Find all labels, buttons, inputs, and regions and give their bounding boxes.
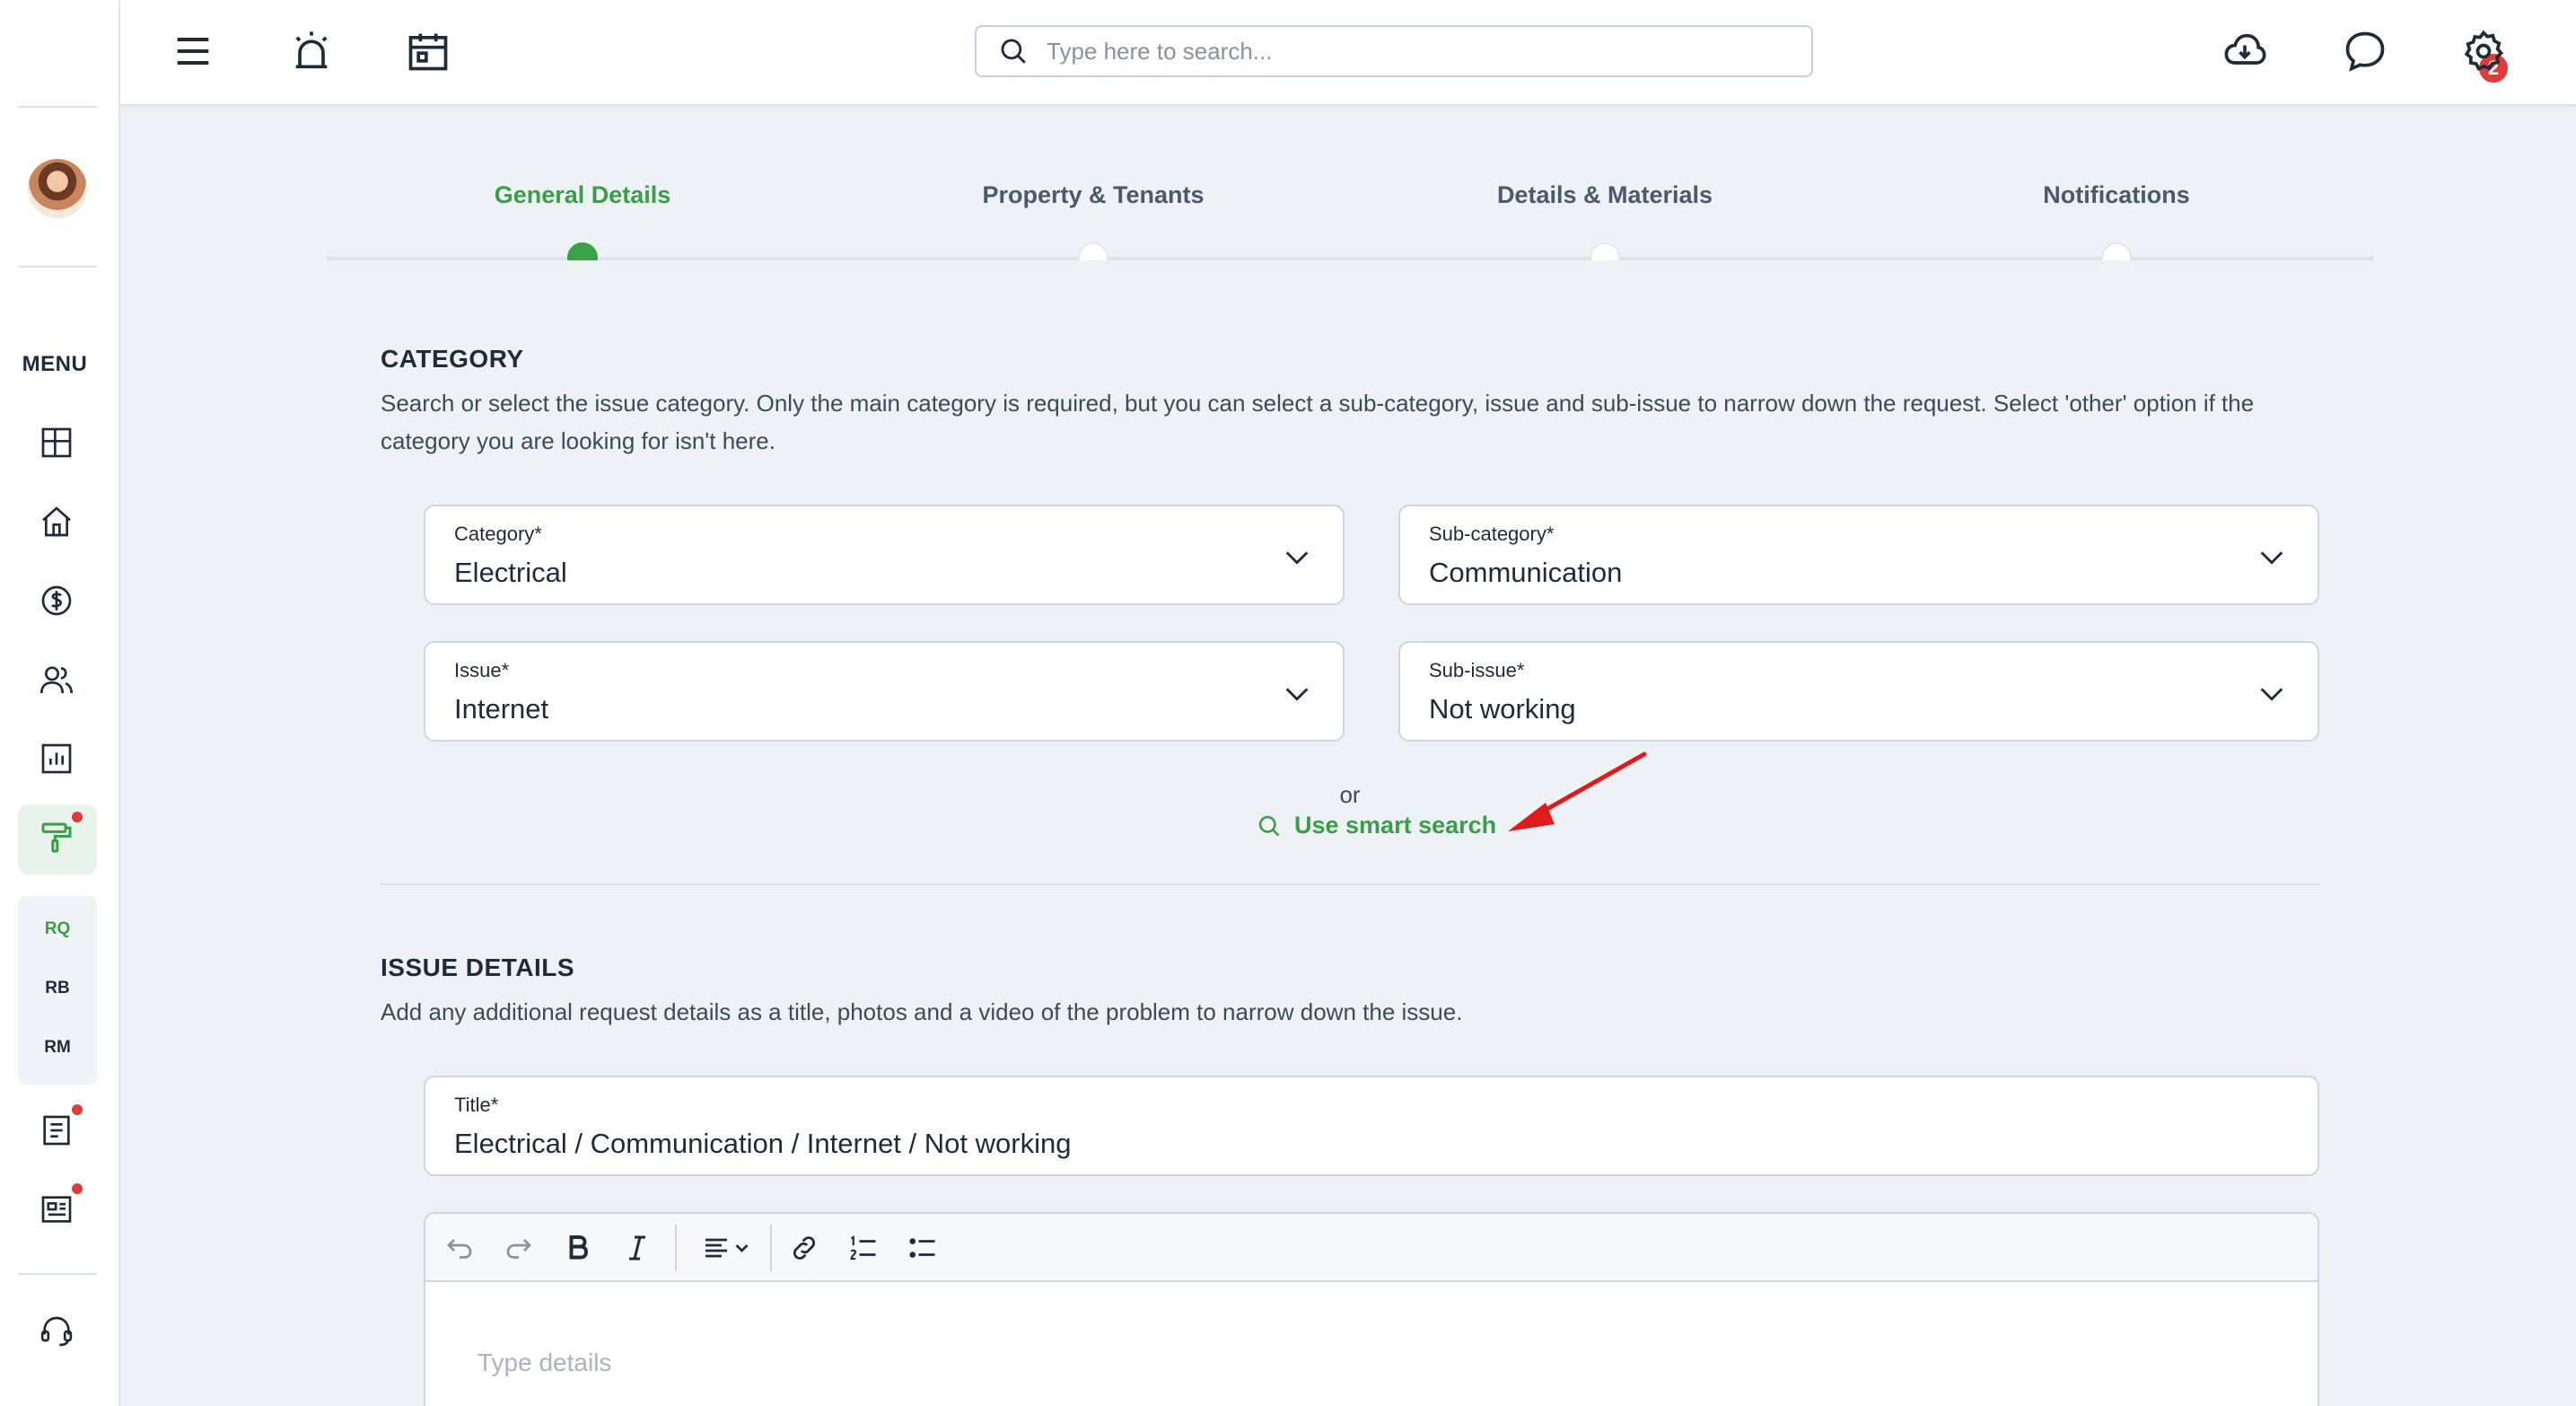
support-headset-icon[interactable] <box>36 1311 77 1352</box>
settings-gear-icon[interactable] <box>2456 23 2511 79</box>
alarm-siren-icon[interactable] <box>284 23 339 79</box>
editor-placeholder: Type details <box>478 1349 612 1376</box>
step-details-materials[interactable]: Details & Materials <box>1425 181 1784 209</box>
field-label: Issue* <box>454 659 510 681</box>
document-icon[interactable] <box>36 1110 77 1151</box>
toolbar-separator <box>675 1225 677 1271</box>
step-general-details[interactable]: General Details <box>403 181 762 209</box>
notification-dot <box>72 812 83 822</box>
bold-icon[interactable] <box>560 1230 596 1266</box>
dollar-icon[interactable] <box>36 580 77 621</box>
annotation-arrow-icon <box>1508 751 1647 831</box>
chevron-down-icon <box>1285 551 1309 565</box>
sub-category-select[interactable]: Sub-category* Communication <box>1398 505 2319 605</box>
home-icon[interactable] <box>36 501 77 542</box>
issue-select[interactable]: Issue* Internet <box>424 641 1345 742</box>
align-dropdown-icon[interactable] <box>693 1230 761 1266</box>
issue-details-section-title: ISSUE DETAILS <box>381 953 575 981</box>
paint-roller-icon[interactable] <box>36 817 77 858</box>
people-icon[interactable] <box>36 659 77 700</box>
field-value: Not working <box>1429 693 1576 725</box>
calendar-icon[interactable] <box>400 23 456 79</box>
editor-toolbar <box>425 1214 2318 1282</box>
rich-text-editor[interactable]: Type details <box>424 1212 2319 1406</box>
chevron-down-icon <box>2260 551 2283 565</box>
toolbar-separator <box>770 1225 772 1271</box>
field-value: Electrical <box>454 557 567 588</box>
search-icon <box>1258 815 1280 836</box>
smart-search-label: Use smart search <box>1294 812 1497 839</box>
section-divider <box>381 883 2319 885</box>
field-label: Sub-category* <box>1429 523 1555 545</box>
sidebar-divider <box>18 266 97 268</box>
newspaper-icon[interactable] <box>36 1189 77 1230</box>
field-label: Sub-issue* <box>1429 659 1525 681</box>
link-icon[interactable] <box>786 1230 822 1266</box>
step-notifications[interactable]: Notifications <box>1937 181 2296 209</box>
sub-item-rq[interactable]: RQ <box>18 919 97 939</box>
bullet-list-icon[interactable] <box>905 1230 941 1266</box>
hamburger-menu-icon[interactable] <box>165 23 221 79</box>
sub-item-rm[interactable]: RM <box>18 1038 97 1058</box>
category-description: Search or select the issue category. Onl… <box>381 390 2255 454</box>
sub-menu: RQ RB RM <box>18 896 97 1085</box>
search-box[interactable] <box>975 25 1813 77</box>
field-label: Title* <box>454 1094 499 1116</box>
reports-chart-icon[interactable] <box>36 738 77 779</box>
step-property-tenants[interactable]: Property & Tenants <box>914 181 1273 209</box>
user-avatar[interactable] <box>28 159 87 218</box>
smart-search-link[interactable]: Use smart search <box>1257 812 1496 839</box>
menu-label: MENU <box>22 352 88 376</box>
sidebar-divider <box>18 106 97 108</box>
notification-dot <box>72 1183 83 1194</box>
title-field[interactable]: Title* Electrical / Communication / Inte… <box>424 1076 2319 1176</box>
search-input[interactable] <box>1047 37 1765 66</box>
dashboard-icon[interactable] <box>36 422 77 463</box>
category-select[interactable]: Category* Electrical <box>424 505 1345 605</box>
redo-icon[interactable] <box>501 1230 537 1266</box>
search-icon <box>1001 39 1026 64</box>
field-value: Communication <box>1429 557 1623 588</box>
or-separator: or <box>1339 781 1361 808</box>
sidebar: MENU RQ RB RM <box>0 0 120 1406</box>
numbered-list-icon[interactable] <box>846 1230 881 1266</box>
category-section-title: CATEGORY <box>381 345 524 373</box>
form-card: CATEGORY Search or select the issue cate… <box>327 260 2373 1406</box>
chevron-down-icon <box>2260 688 2283 701</box>
topbar: 2 <box>120 0 2576 106</box>
sidebar-divider <box>18 1273 97 1275</box>
undo-icon[interactable] <box>442 1230 478 1266</box>
notification-dot <box>72 1104 83 1115</box>
chevron-down-icon <box>1285 688 1309 701</box>
italic-icon[interactable] <box>619 1230 655 1266</box>
sub-item-rb[interactable]: RB <box>18 979 97 998</box>
title-input-value[interactable]: Electrical / Communication / Internet / … <box>454 1128 1071 1160</box>
chat-bubble-icon[interactable] <box>2337 23 2393 79</box>
field-label: Category* <box>454 523 542 545</box>
cloud-download-icon[interactable] <box>2217 23 2273 79</box>
field-value: Internet <box>454 693 549 725</box>
sub-issue-select[interactable]: Sub-issue* Not working <box>1398 641 2319 742</box>
issue-details-description: Add any additional request details as a … <box>381 998 1463 1025</box>
